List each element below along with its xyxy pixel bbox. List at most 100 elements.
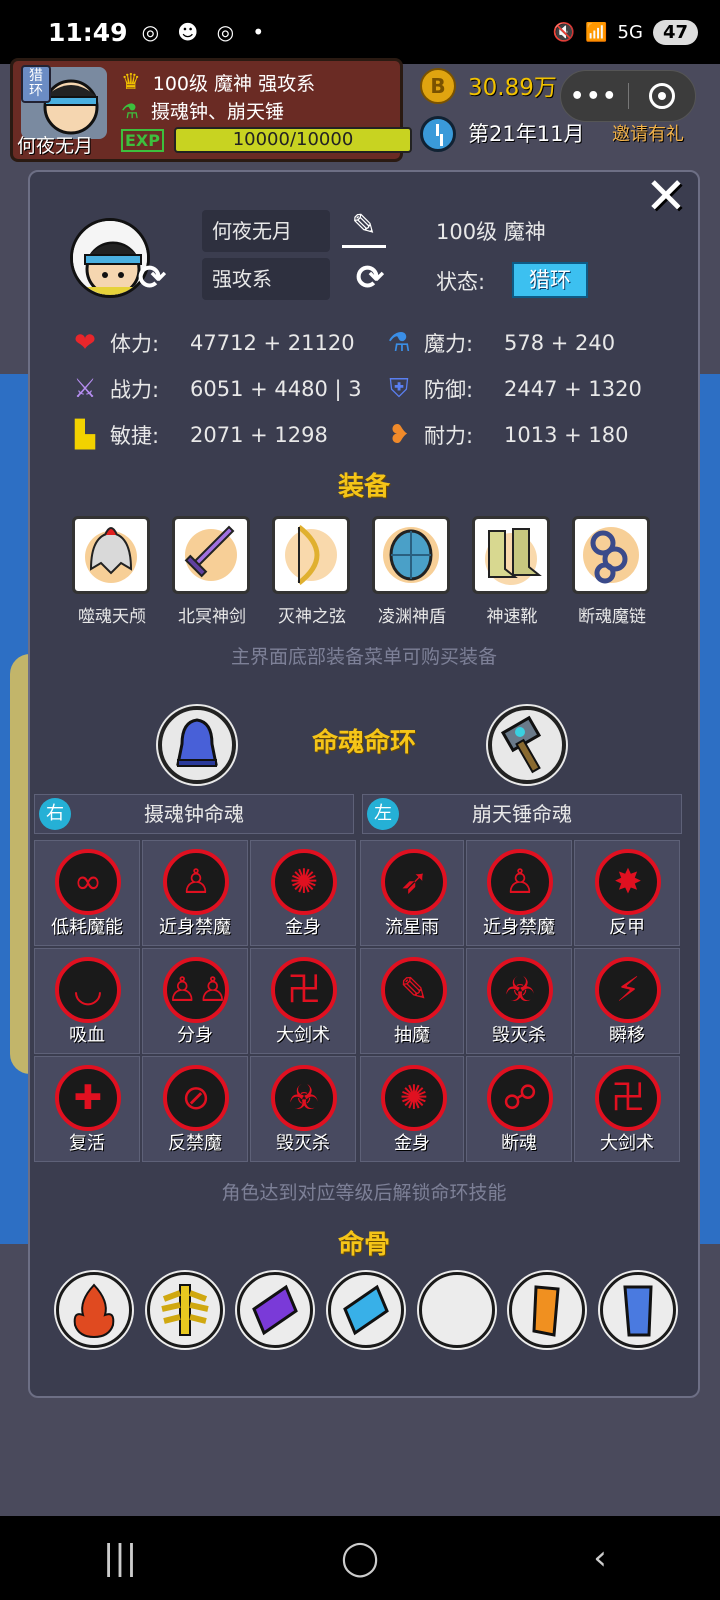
armor-icon: ✸ (613, 862, 643, 902)
skill-slot[interactable]: ☍ 断魂 (466, 1056, 572, 1162)
equipment-name: 凌渊神盾 (378, 607, 446, 627)
equipment-slot[interactable]: 灭神之弦 (272, 516, 352, 627)
stat-value: 1013 + 180 (504, 423, 629, 447)
target-icon (648, 83, 675, 109)
more-menu-button[interactable]: ••• (561, 84, 628, 109)
skill-slot[interactable]: ◡ 吸血 (34, 948, 140, 1054)
wifi-icon: 📶 (585, 21, 608, 43)
equipment-title: 装备 (337, 472, 390, 502)
skill-slot[interactable]: ♙ 近身禁魔 (142, 840, 248, 946)
skill-slot[interactable]: ✎ 抽魔 (360, 948, 464, 1054)
blue-leg-bone-icon[interactable] (599, 1272, 676, 1348)
stat-endurance: ❥ 耐力: 1013 + 180 (382, 418, 628, 452)
left-spirit-header: 左 崩天锤命魂 (362, 794, 682, 834)
character-panel: ✕ ⟳ 何夜无月 ✎ 强攻系 ⟳ 100级 魔神 状态: 猎环 ❤ 体力: 47… (28, 170, 700, 1398)
skill-name: 大剑术 (600, 1133, 654, 1154)
skill-ring: 卍 (595, 1065, 661, 1131)
orange-bone-icon[interactable] (509, 1272, 586, 1348)
potion-icon: ⚗ (387, 328, 411, 358)
skill-ring: ⚡ (595, 957, 661, 1023)
skill-ring: ➶ (381, 849, 447, 915)
stat-value: 6051 + 4480 | 3 (190, 377, 362, 401)
skill-slot[interactable]: ⚡ 瞬移 (574, 948, 680, 1054)
skill-ring: ☣ (487, 957, 553, 1023)
equipment-slot[interactable]: 断魂魔链 (572, 516, 652, 627)
skill-slot[interactable]: ♙♙ 分身 (142, 948, 248, 1054)
skill-name: 分身 (177, 1025, 213, 1046)
character-level: 100级 魔神 (436, 220, 546, 244)
player-hud[interactable]: 猎环 何夜无月 ♛ 100级 魔神 强攻系 ⚗ 摄魂钟、崩天锤 EXP 1000… (10, 58, 412, 162)
equipment-slot[interactable]: 神速靴 (472, 516, 552, 627)
skill-name: 低耗魔能 (51, 917, 123, 938)
equipment-hint: 主界面底部装备菜单可购买装备 (230, 646, 497, 668)
crown-icon: ♛ (121, 70, 141, 95)
skill-ring: ⊘ (163, 1065, 229, 1131)
game-date: 第21年11月 (468, 122, 585, 146)
state-badge[interactable]: 猎环 (512, 262, 588, 298)
boot-icon: ▙ (75, 420, 95, 450)
infinity-icon: ∞ (73, 862, 103, 902)
skill-slot[interactable]: ➶ 流星雨 (360, 840, 464, 946)
equipment-slot[interactable]: 噬魂天颅 (72, 516, 152, 627)
player-hp: EXP 10000/10000 (121, 127, 412, 153)
mute-icon: 🔇 (552, 21, 576, 43)
cross-icon: ✚ (73, 1078, 103, 1118)
back-icon[interactable]: ‹ (570, 1528, 630, 1588)
network-label: 5G (617, 21, 643, 43)
blue-bone-icon[interactable] (327, 1272, 404, 1348)
skill-slot[interactable]: ✺ 金身 (360, 1056, 464, 1162)
skill-slot[interactable]: 卍大剑术 (250, 948, 356, 1054)
exit-mini-program-button[interactable] (629, 83, 696, 109)
meditate-icon: ✺ (289, 862, 319, 902)
skill-ring: ✎ (381, 957, 447, 1023)
invite-reward-button[interactable]: 邀请有礼 (612, 120, 684, 146)
skill-slot[interactable]: 卍大剑术 (574, 1056, 680, 1162)
status-bar: 11:49 ◎ ☻ ◎ • 🔇 📶 5G 47 (0, 0, 720, 64)
skill-slot[interactable]: ☣ 毁灭杀 (250, 1056, 356, 1162)
skill-slot[interactable]: ✚ 复活 (34, 1056, 140, 1162)
skill-ring: ✸ (595, 849, 661, 915)
soul-bone-row (56, 1272, 676, 1348)
heart-plus-icon: ❥ (388, 420, 410, 450)
coin-icon: B (420, 68, 456, 104)
close-icon[interactable]: ✕ (642, 171, 690, 221)
edit-name-pencil-icon[interactable]: ✎ (342, 208, 386, 248)
equipment-name: 噬魂天颅 (78, 607, 146, 627)
change-class-refresh-icon[interactable]: ⟳ (350, 258, 390, 298)
notification-icons: ◎ ☻ ◎ • (141, 20, 271, 44)
player-name: 何夜无月 (17, 135, 94, 157)
equipment-slot[interactable]: 凌渊神盾 (372, 516, 452, 627)
player-spirits-line: ⚗ 摄魂钟、崩天锤 (121, 97, 284, 124)
biohazard-icon: ☣ (504, 970, 536, 1010)
equipment-name: 北冥神剑 (178, 607, 246, 627)
figure-icon: ♙ (504, 862, 536, 902)
skill-slot[interactable]: ✸ 反甲 (574, 840, 680, 946)
recent-apps-icon[interactable]: ||| (90, 1528, 150, 1588)
purple-bone-icon[interactable] (237, 1272, 314, 1348)
helmet-icon (72, 516, 150, 594)
skill-name: 金身 (285, 917, 321, 938)
skill-slot[interactable]: ∞ 低耗魔能 (34, 840, 140, 946)
skill-slot[interactable]: ⊘ 反禁魔 (142, 1056, 248, 1162)
skill-slot[interactable]: ♙ 近身禁魔 (466, 840, 572, 946)
home-icon[interactable]: ◯ (330, 1528, 390, 1588)
skill-name: 近身禁魔 (483, 917, 555, 938)
equipment-name: 灭神之弦 (278, 607, 346, 627)
skill-slot[interactable]: ☣ 毁灭杀 (466, 948, 572, 1054)
fire-bone-icon[interactable] (56, 1272, 132, 1348)
fangs-icon: ◡ (73, 970, 103, 1010)
stat-label: 耐力: (424, 424, 474, 448)
right-spirit-title: 摄魂钟命魂 (144, 802, 244, 826)
skill-ring: ✺ (271, 849, 337, 915)
equipment-slot[interactable]: 北冥神剑 (172, 516, 252, 627)
empty-bone-slot[interactable] (418, 1272, 495, 1348)
change-avatar-refresh-icon[interactable]: ⟳ (132, 258, 172, 298)
hammer-spirit-icon[interactable] (488, 706, 566, 784)
coin-amount: 30.89万 (468, 75, 557, 101)
stat-label: 魔力: (424, 332, 474, 356)
stat-agility: ▙ 敏捷: 2071 + 1298 (68, 418, 328, 452)
skill-slot[interactable]: ✺ 金身 (250, 840, 356, 946)
state-label: 状态: (436, 270, 486, 294)
skill-ring: ✺ (381, 1065, 447, 1131)
yellow-bone-icon[interactable] (146, 1272, 223, 1348)
